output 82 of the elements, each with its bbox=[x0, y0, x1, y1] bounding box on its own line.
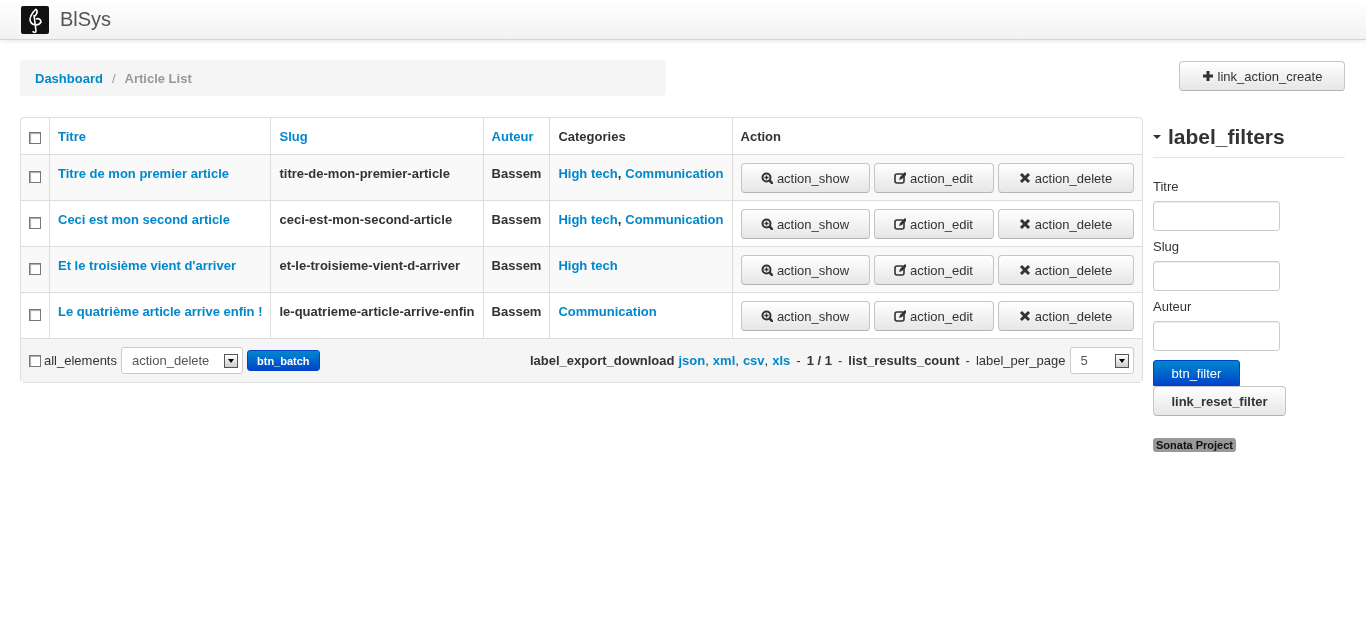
checkbox[interactable] bbox=[29, 308, 41, 321]
table-cell: Bassem bbox=[482, 246, 550, 292]
column-header: Categories bbox=[558, 128, 626, 144]
field-label: Auteur bbox=[1153, 299, 1192, 314]
show-button[interactable]: action_show bbox=[740, 301, 870, 331]
table-cell: Bassem bbox=[482, 154, 550, 200]
breadcrumb-link[interactable]: Dashboard bbox=[35, 70, 103, 86]
delete-button[interactable]: action_delete bbox=[997, 255, 1134, 285]
export-format-link[interactable]: xls bbox=[772, 353, 791, 368]
separator: , bbox=[617, 166, 622, 181]
edit-button[interactable]: action_edit bbox=[873, 301, 994, 331]
separator: - bbox=[837, 353, 843, 368]
category-link[interactable]: High tech bbox=[558, 212, 618, 227]
reset-filter-button[interactable]: link_reset_filter bbox=[1153, 386, 1286, 416]
edit-icon bbox=[894, 264, 907, 276]
table-cell: et-le-troisieme-vient-d-arriver bbox=[270, 246, 483, 292]
separator: , bbox=[705, 353, 709, 368]
edit-icon bbox=[894, 218, 907, 230]
per-page-label: label_per_page bbox=[975, 353, 1066, 368]
category-link[interactable]: High tech bbox=[558, 166, 618, 181]
edit-button[interactable]: action_edit bbox=[873, 255, 994, 285]
filter-input[interactable] bbox=[1153, 321, 1280, 351]
column-sort-link[interactable]: Titre bbox=[58, 128, 86, 144]
checkbox[interactable] bbox=[29, 262, 41, 275]
batch-button[interactable]: btn_batch bbox=[247, 350, 320, 371]
show-button[interactable]: action_show bbox=[740, 255, 870, 285]
create-button[interactable]: link_action_create bbox=[1179, 61, 1345, 91]
edit-icon bbox=[894, 310, 907, 322]
column-sort-link[interactable]: Auteur bbox=[491, 128, 534, 144]
page-count: 1 / 1 bbox=[806, 353, 832, 368]
checkbox[interactable] bbox=[29, 216, 41, 229]
show-button[interactable]: action_show bbox=[740, 163, 870, 193]
filter-button[interactable]: btn_filter bbox=[1153, 360, 1240, 386]
separator: , bbox=[764, 353, 769, 368]
edit-icon bbox=[894, 172, 907, 184]
zoom-in-icon bbox=[760, 310, 773, 322]
app-title[interactable]: BlSys bbox=[60, 8, 112, 31]
category-link[interactable]: Communication bbox=[558, 304, 657, 319]
sonata-project-badge: Sonata Project bbox=[1153, 438, 1237, 452]
zoom-in-icon bbox=[760, 172, 773, 184]
filter-input[interactable] bbox=[1153, 201, 1280, 231]
batch-action-select[interactable]: action_delete bbox=[121, 347, 243, 374]
filter-input[interactable] bbox=[1153, 261, 1280, 291]
zoom-in-icon bbox=[760, 264, 773, 276]
close-icon bbox=[1018, 264, 1031, 276]
checkbox-label: all_elements bbox=[44, 353, 117, 368]
logo-icon[interactable] bbox=[21, 5, 49, 34]
column-header: Action bbox=[740, 128, 781, 144]
results-count: list_results_count bbox=[848, 353, 960, 368]
column-sort-link[interactable]: Slug bbox=[279, 128, 308, 144]
separator: - bbox=[965, 353, 970, 368]
checkbox[interactable] bbox=[29, 132, 41, 145]
breadcrumb-divider: / bbox=[111, 70, 116, 86]
breadcrumb-current: Article List bbox=[124, 70, 192, 86]
separator: , bbox=[617, 212, 622, 227]
filters-heading[interactable]: label_filters bbox=[1153, 117, 1345, 158]
separator: - bbox=[796, 353, 801, 368]
edit-button[interactable]: action_edit bbox=[873, 163, 994, 193]
separator: , bbox=[735, 353, 739, 368]
export-format-link[interactable]: csv bbox=[742, 353, 765, 368]
export-label: label_export_download bbox=[530, 353, 675, 368]
table-cell: titre-de-mon-premier-article bbox=[270, 154, 483, 200]
close-icon bbox=[1018, 218, 1031, 230]
article-title-link[interactable]: Ceci est mon second article bbox=[58, 212, 230, 227]
field-label: Slug bbox=[1153, 239, 1180, 254]
category-link[interactable]: Communication bbox=[625, 166, 724, 181]
close-icon bbox=[1018, 310, 1031, 322]
delete-button[interactable]: action_delete bbox=[997, 209, 1134, 239]
checkbox[interactable] bbox=[29, 170, 41, 183]
delete-button[interactable]: action_delete bbox=[997, 301, 1134, 331]
delete-button[interactable]: action_delete bbox=[997, 163, 1134, 193]
close-icon bbox=[1018, 172, 1031, 184]
per-page-select[interactable]: 5 bbox=[1069, 347, 1134, 374]
edit-button[interactable]: action_edit bbox=[873, 209, 994, 239]
show-button[interactable]: action_show bbox=[740, 209, 870, 239]
article-title-link[interactable]: Le quatrième article arrive enfin ! bbox=[58, 304, 263, 319]
category-link[interactable]: High tech bbox=[558, 258, 618, 273]
field-label: Titre bbox=[1153, 179, 1179, 194]
zoom-in-icon bbox=[760, 218, 773, 230]
checkbox[interactable] bbox=[29, 354, 41, 367]
plus-icon bbox=[1201, 70, 1214, 82]
category-link[interactable]: Communication bbox=[625, 212, 724, 227]
